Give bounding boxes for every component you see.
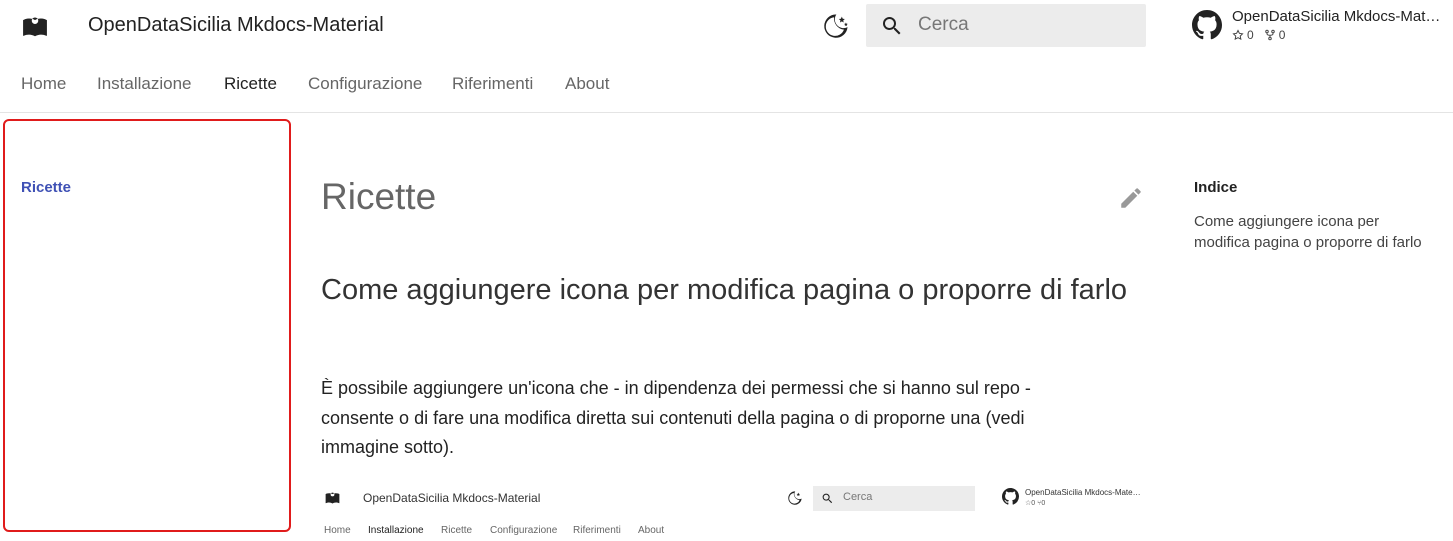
sidebar-item-ricette[interactable]: Ricette xyxy=(21,179,71,196)
embedded-tab-installazione: Installazione xyxy=(368,525,424,536)
section-heading[interactable]: Come aggiungere icona per modifica pagin… xyxy=(321,274,1127,307)
search-icon xyxy=(880,14,904,38)
embedded-tab-ricette: Ricette xyxy=(441,525,473,536)
tab-installazione[interactable]: Installazione xyxy=(97,74,192,94)
embedded-moon-icon xyxy=(787,490,803,506)
embedded-repo-name: OpenDataSicilia Mkdocs-Material xyxy=(1025,488,1141,497)
search-input[interactable] xyxy=(918,12,1138,38)
embedded-search-placeholder: Cerca xyxy=(843,491,873,503)
tab-configurazione[interactable]: Configurazione xyxy=(308,74,422,94)
embedded-tab-riferimenti: Riferimenti xyxy=(573,525,621,536)
tabs-bar: Home Installazione Ricette Configurazion… xyxy=(0,52,1453,113)
search-box[interactable] xyxy=(866,4,1146,47)
tab-riferimenti[interactable]: Riferimenti xyxy=(452,74,533,94)
repo-link[interactable]: OpenDataSicilia Mkdocs-Material 0 0 xyxy=(1192,8,1447,46)
sidebar-navigation: Ricette xyxy=(3,119,291,532)
repo-forks: 0 xyxy=(1264,28,1286,42)
repo-forks-count: 0 xyxy=(1278,28,1286,42)
embedded-site-title: OpenDataSicilia Mkdocs-Material xyxy=(363,491,541,505)
embedded-logo-icon xyxy=(325,490,340,505)
page-title: Ricette xyxy=(321,176,437,217)
header: OpenDataSicilia Mkdocs-Material OpenData… xyxy=(0,0,1453,52)
star-icon xyxy=(1232,29,1244,41)
toc-item[interactable]: Come aggiungere icona per modifica pagin… xyxy=(1194,211,1434,253)
tab-ricette[interactable]: Ricette xyxy=(224,74,277,94)
site-title[interactable]: OpenDataSicilia Mkdocs-Material xyxy=(88,14,384,37)
moon-stars-icon[interactable] xyxy=(822,12,850,40)
repo-stats: 0 0 xyxy=(1232,28,1295,42)
embedded-search-box: Cerca xyxy=(813,486,975,511)
tab-home[interactable]: Home xyxy=(21,74,66,94)
repo-stars-count: 0 xyxy=(1247,28,1254,42)
tab-about[interactable]: About xyxy=(565,74,609,94)
body-paragraph: È possibile aggiungere un'icona che - in… xyxy=(321,378,1031,457)
embedded-github-icon xyxy=(1002,488,1020,506)
embedded-tab-home: Home xyxy=(324,525,351,536)
pencil-icon[interactable] xyxy=(1118,185,1144,211)
embedded-repo-stats: ☆0 ⑂0 xyxy=(1025,500,1046,507)
toc-title: Indice xyxy=(1194,179,1238,196)
fork-icon xyxy=(1264,29,1275,41)
repo-stars: 0 xyxy=(1232,28,1254,42)
embedded-tab-about: About xyxy=(638,525,665,536)
embedded-screenshot: OpenDataSicilia Mkdocs-Material Cerca Op… xyxy=(321,480,1146,541)
github-icon xyxy=(1192,10,1224,42)
embedded-search-icon xyxy=(821,492,834,505)
book-reader-icon[interactable] xyxy=(22,13,48,39)
repo-name: OpenDataSicilia Mkdocs-Material xyxy=(1232,8,1444,25)
embedded-tab-configurazione: Configurazione xyxy=(490,525,558,536)
